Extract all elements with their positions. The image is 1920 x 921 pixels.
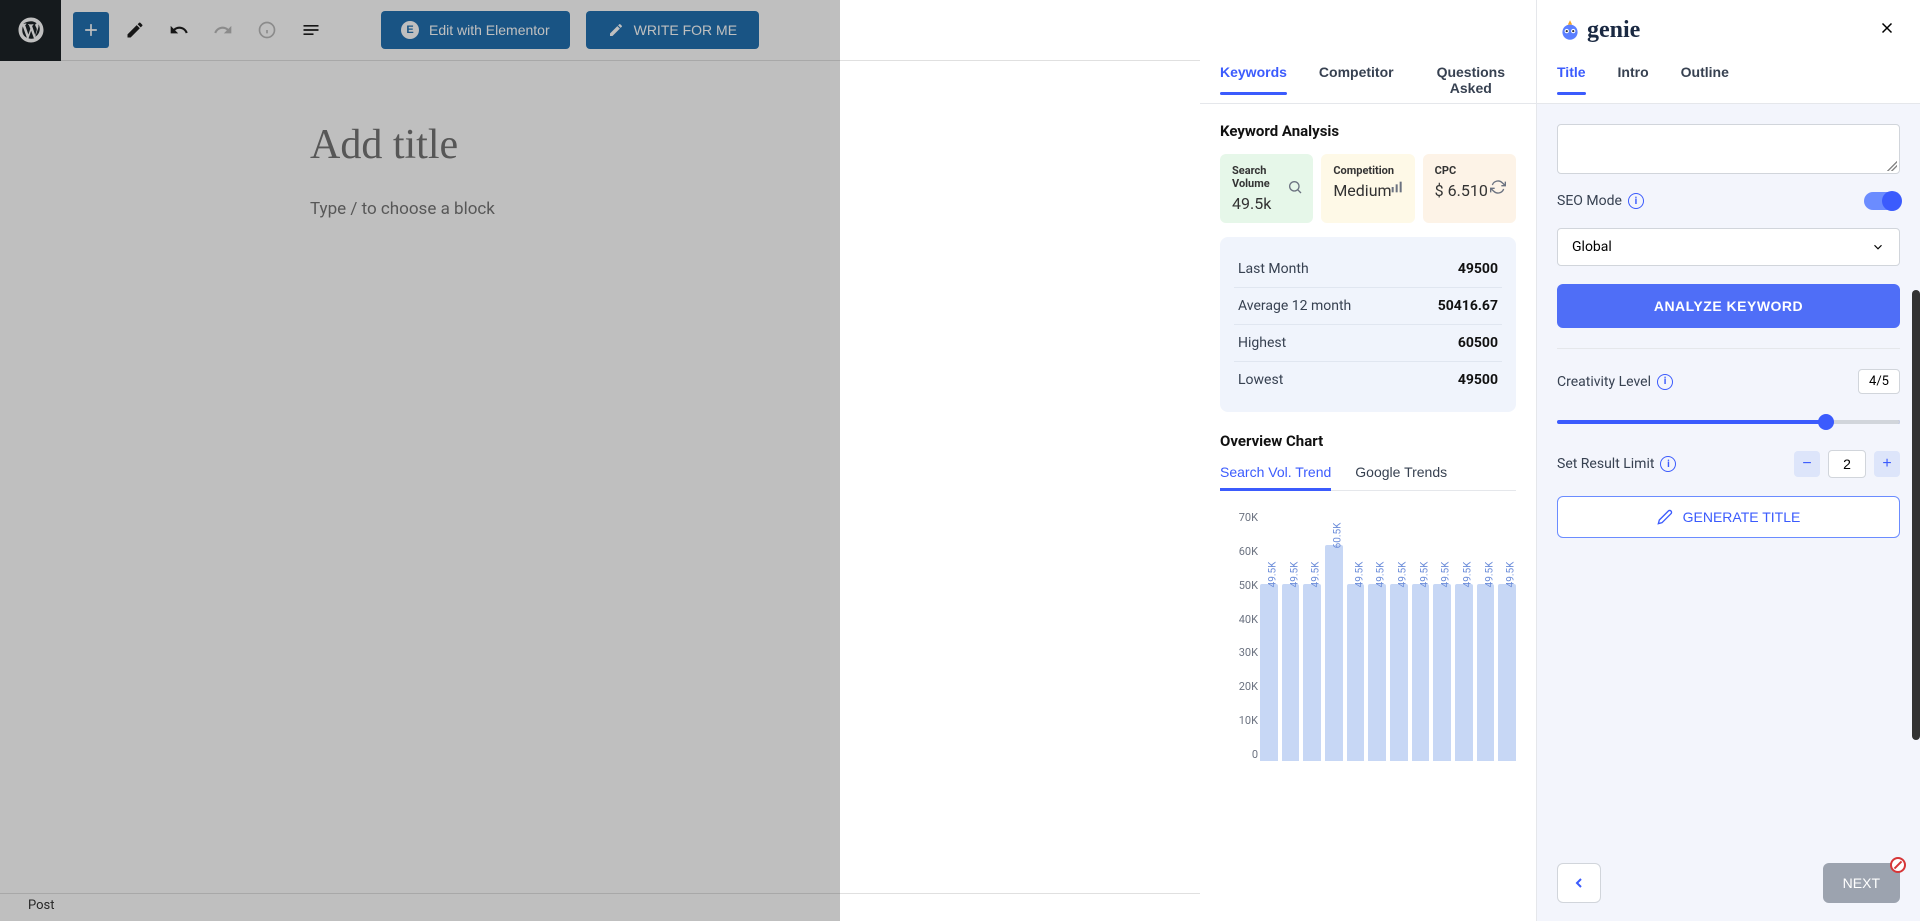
- search-volume-card: Search Volume 49.5k: [1220, 154, 1313, 223]
- chevron-left-icon: [1571, 875, 1587, 891]
- next-label: NEXT: [1843, 875, 1880, 891]
- close-button[interactable]: [1874, 13, 1900, 47]
- stat-highest-value: 60500: [1458, 335, 1498, 351]
- competition-label: Competition: [1333, 164, 1402, 177]
- stat-highest-label: Highest: [1238, 335, 1286, 351]
- refresh-icon: [1490, 179, 1506, 199]
- tab-questions[interactable]: Questions Asked: [1426, 64, 1516, 110]
- decrease-limit-button[interactable]: −: [1794, 451, 1820, 477]
- stat-avg-label: Average 12 month: [1238, 298, 1351, 314]
- keyword-analysis-heading: Keyword Analysis: [1220, 122, 1516, 140]
- forbidden-icon: [1890, 857, 1906, 873]
- country-value: Global: [1572, 239, 1612, 255]
- tab-google-trends[interactable]: Google Trends: [1355, 464, 1447, 490]
- competition-card: Competition Medium: [1321, 154, 1414, 223]
- modal-overlay[interactable]: [0, 0, 840, 921]
- tab-title[interactable]: Title: [1557, 64, 1586, 94]
- tab-search-trend[interactable]: Search Vol. Trend: [1220, 464, 1331, 490]
- creativity-label: Creativity Level i: [1557, 374, 1673, 390]
- close-icon: [1878, 19, 1896, 37]
- brand-name: genie: [1587, 17, 1640, 44]
- genie-logo: genie: [1557, 17, 1640, 44]
- cpc-label: CPC: [1435, 164, 1504, 177]
- seo-mode-toggle[interactable]: [1864, 192, 1900, 210]
- country-select[interactable]: Global: [1557, 228, 1900, 266]
- stats-box: Last Month 49500 Average 12 month 50416.…: [1220, 237, 1516, 412]
- scrollbar[interactable]: [1912, 290, 1920, 740]
- tab-competitor[interactable]: Competitor: [1319, 64, 1394, 94]
- seo-mode-label: SEO Mode i: [1557, 193, 1644, 209]
- info-icon[interactable]: i: [1628, 193, 1644, 209]
- creativity-slider[interactable]: [1557, 412, 1900, 432]
- back-button[interactable]: [1557, 863, 1601, 903]
- info-icon[interactable]: i: [1660, 456, 1676, 472]
- result-limit-label: Set Result Limit i: [1557, 456, 1676, 472]
- creativity-value: 4/5: [1858, 369, 1900, 394]
- info-icon[interactable]: i: [1657, 374, 1673, 390]
- stat-lowest-value: 49500: [1458, 372, 1498, 388]
- overview-heading: Overview Chart: [1220, 432, 1516, 450]
- generate-title-label: GENERATE TITLE: [1683, 509, 1801, 525]
- overview-chart: 70K60K50K40K30K20K10K0 49.5K49.5K49.5K60…: [1220, 511, 1516, 781]
- tab-keywords[interactable]: Keywords: [1220, 64, 1287, 94]
- bar-chart-icon: [1389, 179, 1405, 199]
- increase-limit-button[interactable]: +: [1874, 451, 1900, 477]
- tab-outline[interactable]: Outline: [1681, 64, 1729, 94]
- cpc-card: CPC $ 6.510: [1423, 154, 1516, 223]
- chevron-down-icon: [1871, 240, 1885, 254]
- search-icon: [1287, 179, 1303, 199]
- stat-lowest-label: Lowest: [1238, 372, 1283, 388]
- next-button: NEXT: [1823, 863, 1900, 903]
- analyze-keyword-button[interactable]: ANALYZE KEYWORD: [1557, 284, 1900, 328]
- pencil-icon: [1657, 509, 1673, 525]
- tab-intro[interactable]: Intro: [1618, 64, 1649, 94]
- stat-last-month-label: Last Month: [1238, 261, 1309, 277]
- stat-last-month-value: 49500: [1458, 261, 1498, 277]
- stat-avg-value: 50416.67: [1438, 298, 1498, 314]
- keyword-textarea[interactable]: [1557, 124, 1900, 174]
- limit-input[interactable]: [1828, 450, 1866, 478]
- generate-title-button[interactable]: GENERATE TITLE: [1557, 496, 1900, 538]
